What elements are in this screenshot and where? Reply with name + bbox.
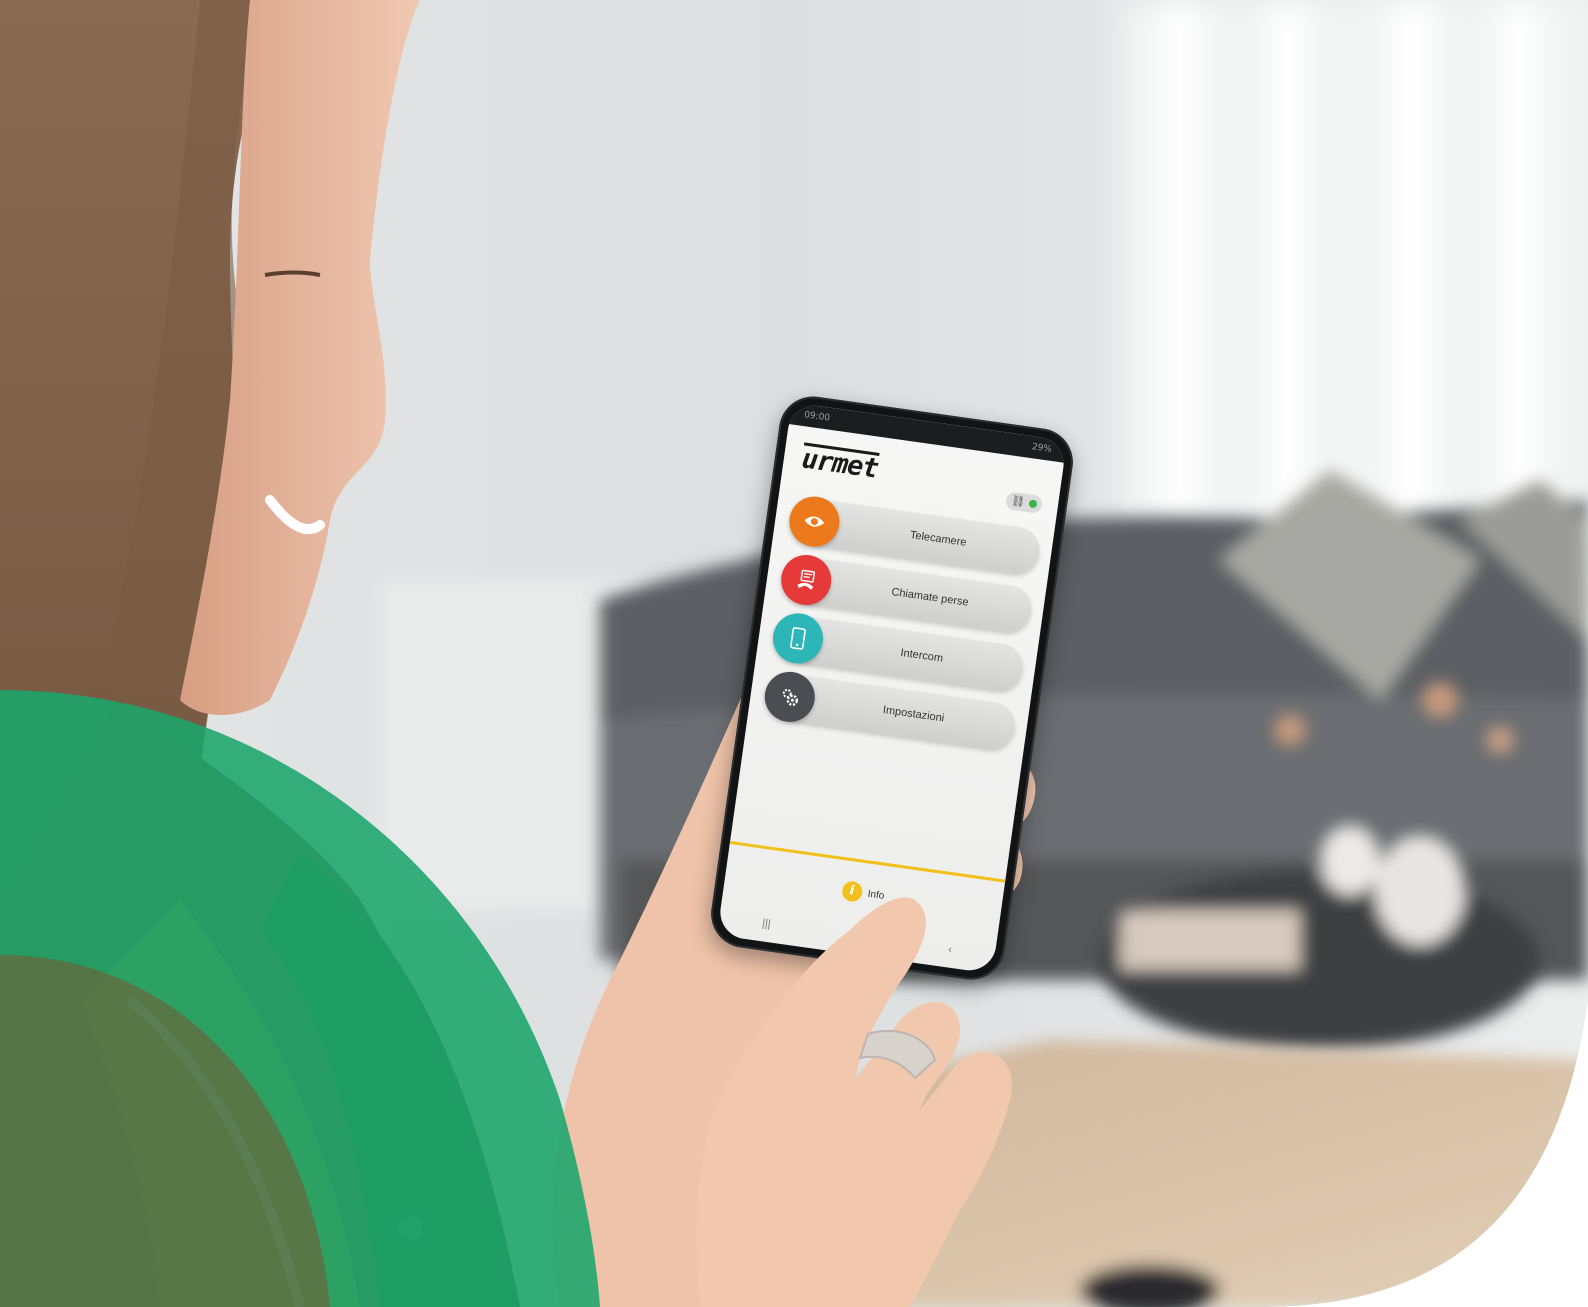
menu-item-label: Chiamate perse <box>890 586 970 609</box>
back-icon[interactable]: ‹ <box>947 943 952 955</box>
recent-apps-icon[interactable]: ||| <box>761 917 771 930</box>
photo-scene: 09:00 29% urmet ⛓ Telecamere Chiamate pe… <box>0 0 1588 1307</box>
window-light <box>1120 0 1588 560</box>
menu-item-label: Telecamere <box>909 529 968 549</box>
smartphone-icon <box>769 610 827 667</box>
missed-call-icon <box>777 551 835 609</box>
link-icon: ⛓ <box>1010 494 1026 509</box>
status-time: 09:00 <box>803 410 831 424</box>
connection-status-dot <box>1028 499 1038 509</box>
gears-icon <box>761 668 819 726</box>
eye-icon <box>786 493 843 550</box>
connection-badge[interactable]: ⛓ <box>1005 491 1044 514</box>
brand-logo: urmet <box>799 442 880 485</box>
status-battery: 29% <box>1031 442 1053 455</box>
home-icon[interactable]: ○ <box>855 930 863 943</box>
info-icon: i <box>840 880 864 903</box>
main-menu: Telecamere Chiamate perse Intercom Impos… <box>760 493 1043 764</box>
info-label: Info <box>867 888 886 902</box>
menu-item-label: Impostazioni <box>882 704 945 725</box>
menu-item-label: Intercom <box>899 646 944 665</box>
